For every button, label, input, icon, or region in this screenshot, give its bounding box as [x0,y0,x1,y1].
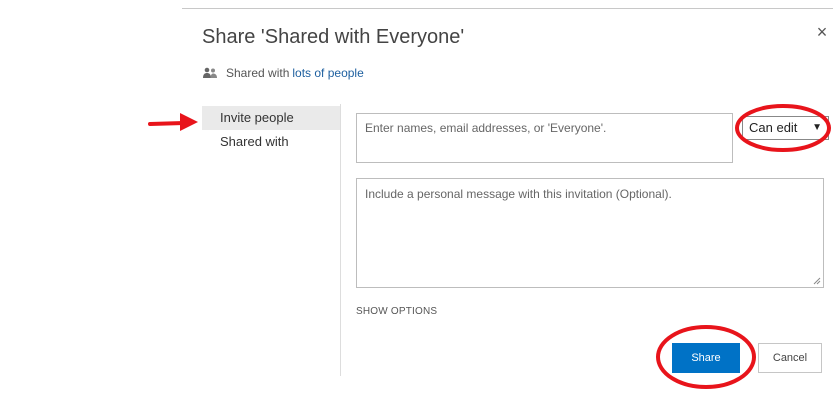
share-button[interactable]: Share [672,343,740,373]
shared-status: Shared with lots of people [202,66,364,80]
red-arrow-annotation [148,113,198,131]
nav-item-shared-with[interactable]: Shared with [202,130,340,154]
cancel-button[interactable]: Cancel [758,343,822,373]
close-icon: × [816,22,828,42]
dialog-title: Share 'Shared with Everyone' [202,26,465,48]
people-icon [203,67,217,78]
nav-divider [340,104,341,376]
dialog-top-border [182,8,833,9]
share-dialog-screenshot: Share 'Shared with Everyone' × Shared wi… [0,0,833,400]
shared-status-prefix: Shared with [226,66,290,80]
close-button[interactable]: × [812,22,832,42]
names-input[interactable]: Enter names, email addresses, or 'Everyo… [356,113,733,163]
shared-people-link[interactable]: lots of people [292,66,363,80]
triangle-down-icon: ▼ [812,122,822,133]
share-nav: Invite people Shared with [202,106,340,154]
resize-grip-icon[interactable] [813,277,821,285]
permission-selected-value: Can edit [749,120,798,135]
message-placeholder: Include a personal message with this inv… [365,187,672,201]
nav-item-invite-people[interactable]: Invite people [202,106,340,130]
message-textarea[interactable]: Include a personal message with this inv… [356,178,824,288]
show-options-link[interactable]: SHOW OPTIONS [356,306,437,317]
permission-select[interactable]: Can edit ▼ [742,116,829,140]
